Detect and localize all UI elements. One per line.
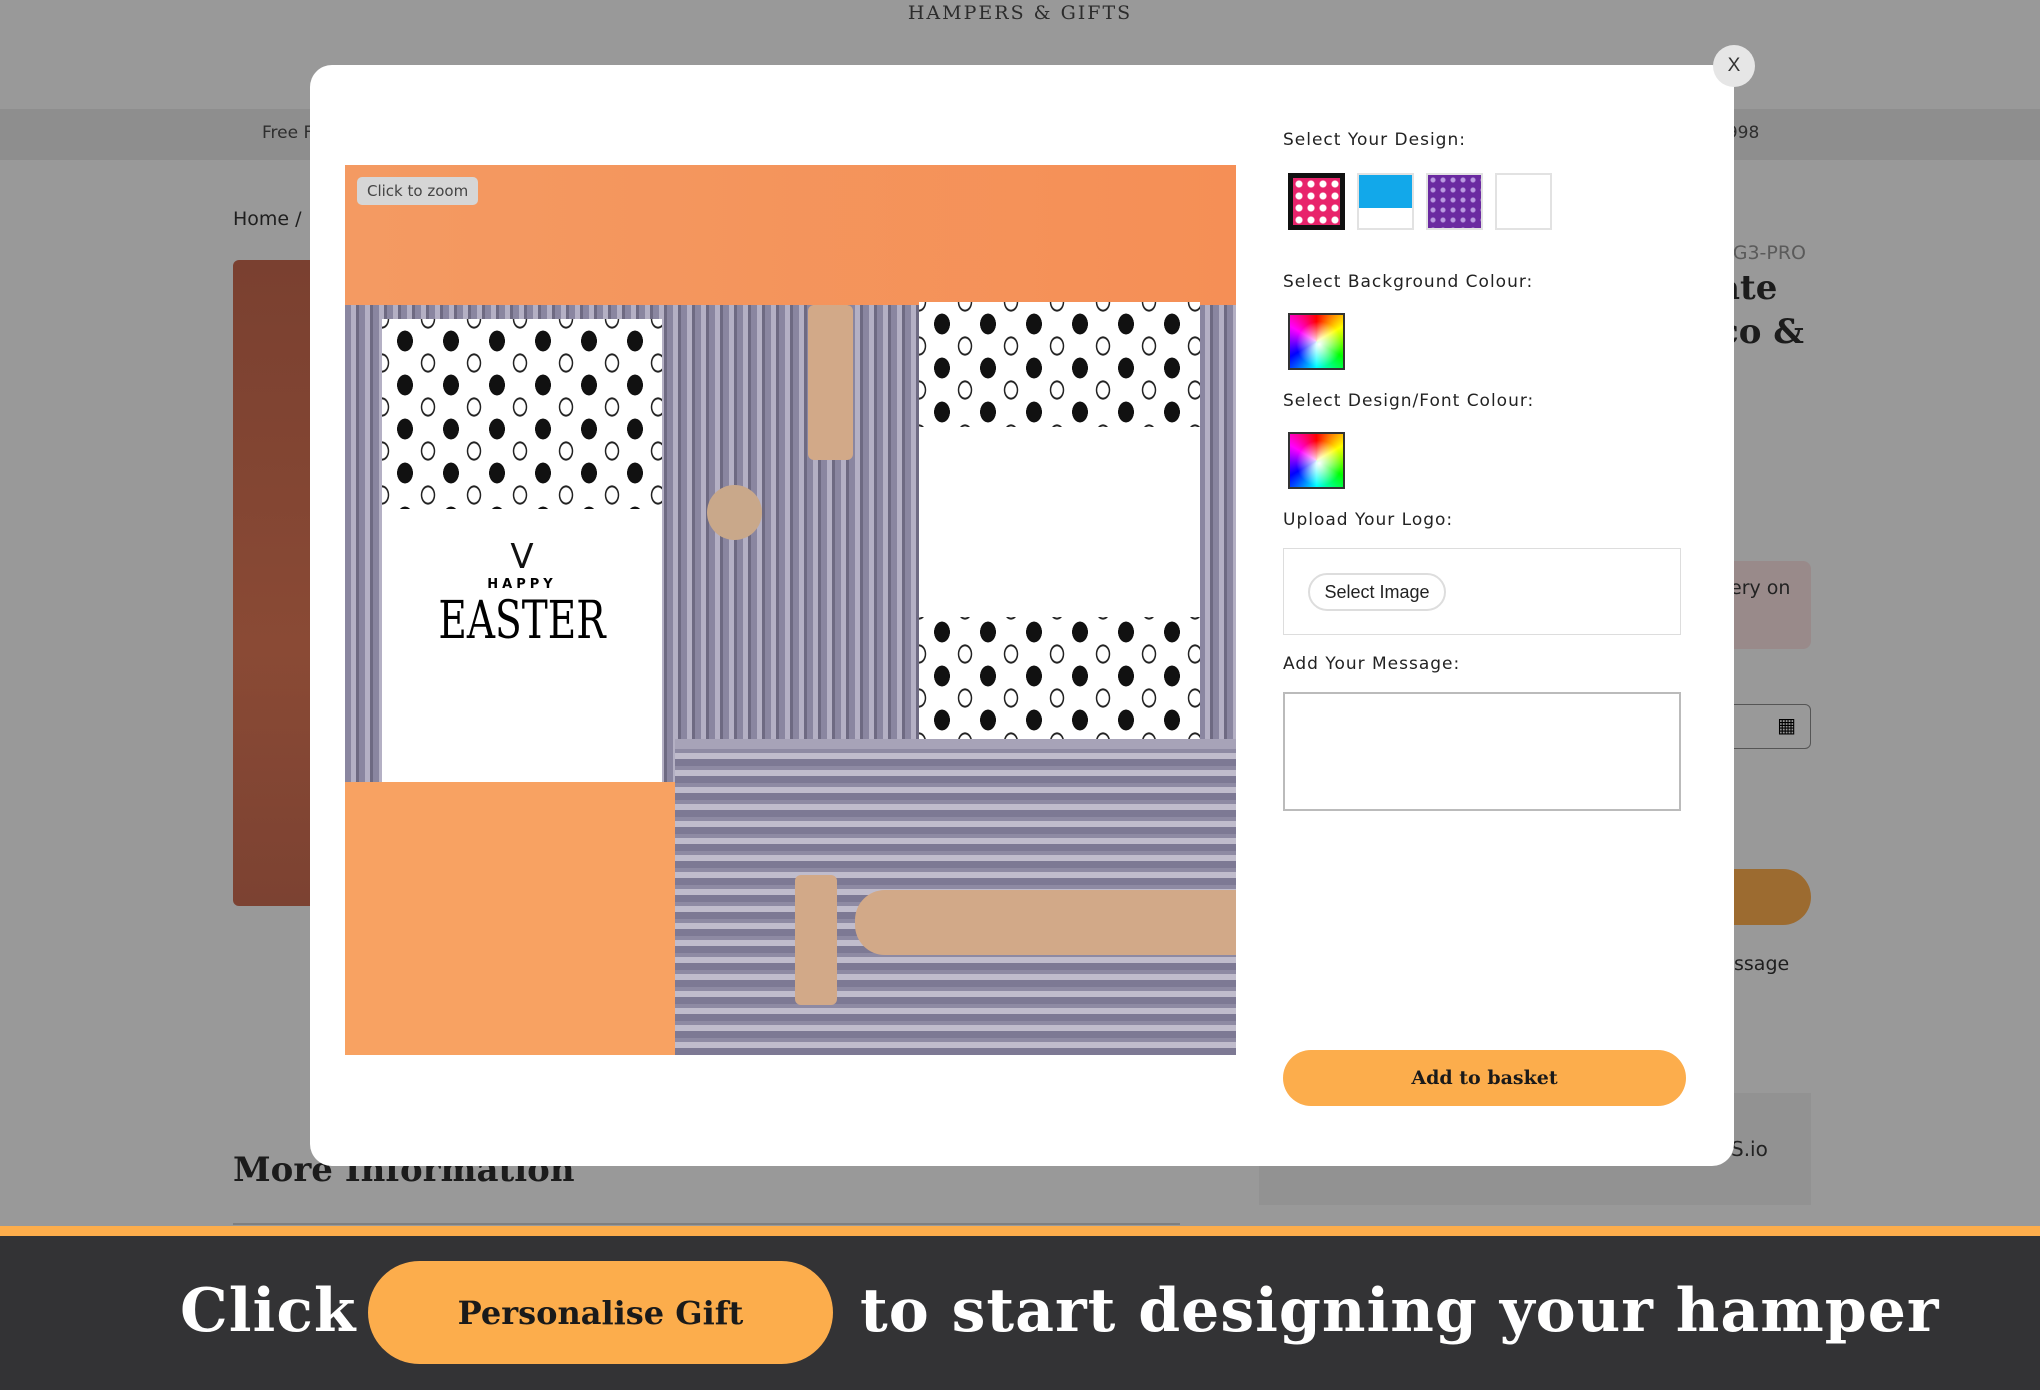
breadcrumb[interactable]: Home /	[233, 208, 302, 230]
topbar-left-text: Free F	[262, 123, 314, 143]
design-option-purple-floral[interactable]	[1426, 173, 1483, 230]
bunny-ears-icon: ᐯ	[510, 537, 534, 577]
calendar-icon[interactable]: ▦	[1777, 713, 1796, 737]
logo-label: Upload Your Logo:	[1283, 510, 1454, 530]
logo-upload-box: Select Image	[1283, 548, 1681, 635]
background-colour-picker[interactable]	[1288, 313, 1345, 370]
design-option-blank[interactable]	[1495, 173, 1552, 230]
message-label: Add Your Message:	[1283, 654, 1461, 674]
personalise-banner: Click Personalise Gift to start designin…	[0, 1236, 2040, 1390]
banner-accent-line	[0, 1226, 2040, 1236]
basket-strap	[808, 305, 853, 460]
product-preview-image[interactable]: ᐯ HAPPY EASTER Click to zoom	[345, 165, 1236, 1055]
card-right	[919, 302, 1200, 745]
banner-click-text: Click	[180, 1276, 357, 1346]
banner-tagline: to start designing your hamper	[860, 1276, 1940, 1346]
message-link[interactable]: ssage	[1734, 953, 1789, 975]
design-label: Select Your Design:	[1283, 130, 1466, 150]
card-left: ᐯ HAPPY EASTER	[382, 319, 662, 782]
message-input[interactable]	[1283, 692, 1681, 811]
divider	[233, 1223, 1180, 1225]
delivery-text: ery on	[1730, 577, 1791, 599]
card-happy: HAPPY	[487, 577, 557, 592]
click-to-zoom-hint[interactable]: Click to zoom	[357, 177, 479, 205]
basket-clasp	[795, 875, 837, 1005]
design-option-blue-bunnies[interactable]	[1357, 173, 1414, 230]
design-option-pink-eggs[interactable]	[1288, 173, 1345, 230]
badge-text: S.io	[1731, 1137, 1768, 1161]
personalise-gift-button[interactable]: Personalise Gift	[368, 1261, 833, 1364]
close-button[interactable]: X	[1713, 45, 1755, 87]
card-easter: EASTER	[438, 591, 606, 651]
select-image-button[interactable]: Select Image	[1308, 573, 1446, 611]
add-to-basket-button[interactable]: Add to basket	[1283, 1050, 1686, 1106]
font-colour-picker[interactable]	[1288, 432, 1345, 489]
basket-button	[707, 485, 762, 540]
background-colour-label: Select Background Colour:	[1283, 272, 1534, 292]
site-title: HAMPERS & GIFTS	[907, 2, 1133, 24]
basket-handle	[855, 890, 1236, 955]
font-colour-label: Select Design/Font Colour:	[1283, 391, 1535, 411]
